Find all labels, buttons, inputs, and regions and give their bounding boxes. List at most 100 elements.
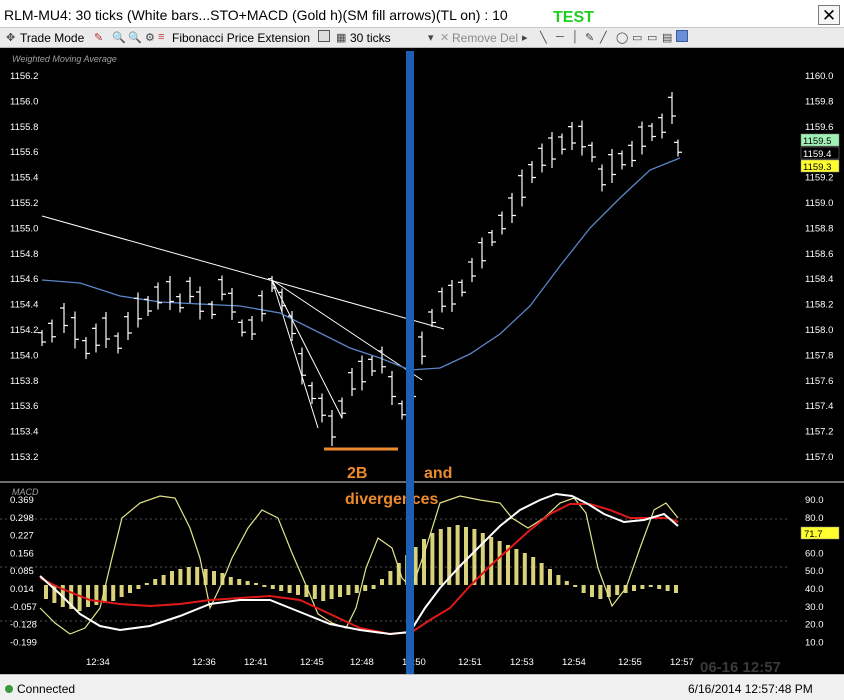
trade-mode-button[interactable]: Trade Mode — [20, 31, 84, 45]
macd-histogram — [44, 525, 678, 611]
annotation-divergences: divergences — [345, 491, 438, 508]
price-axis-label-right: 1157.6 — [805, 376, 833, 387]
horizontal-line-icon[interactable]: ─ — [556, 31, 564, 43]
vertical-line-icon[interactable]: │ — [572, 31, 579, 43]
price-axis-label-right: 1158.6 — [805, 249, 833, 260]
price-axis-label: 1155.0 — [10, 223, 38, 234]
title-bar: RLM-MU4: 30 ticks (White bars...STO+MACD… — [0, 0, 844, 28]
interval-icon: ▦ — [336, 32, 347, 44]
price-bars — [38, 92, 682, 446]
macd-axis-label: 0.227 — [10, 531, 34, 542]
histogram-bar — [363, 585, 368, 591]
histogram-bar — [590, 585, 594, 597]
vertical-time-marker — [406, 51, 414, 674]
histogram-bar — [514, 549, 519, 585]
price-axis-label-right: 1157.4 — [805, 401, 833, 412]
close-button[interactable]: ✕ — [818, 5, 840, 25]
window-title: RLM-MU4: 30 ticks (White bars...STO+MACD… — [4, 7, 508, 23]
connection-status-icon — [5, 685, 13, 693]
histogram-bar — [312, 585, 317, 599]
chart-toolbar: ✥ Trade Mode ✎ 🔍 🔍 ⚙ ≡ Fibonacci Price E… — [0, 28, 844, 48]
price-axis-label: 1154.4 — [10, 300, 38, 311]
channel-icon[interactable]: ╱ — [600, 31, 607, 44]
price-axis-label-right: 1160.0 — [805, 71, 833, 82]
fibonacci-tool-button[interactable]: Fibonacci Price Extension — [172, 31, 310, 45]
text-box-icon[interactable]: ▭ — [647, 31, 657, 44]
chart-canvas[interactable]: Weighted Moving Average 1156.2 1156.0 1155… — [0, 48, 844, 676]
rectangle-icon[interactable]: ▭ — [632, 31, 642, 44]
histogram-bar — [438, 529, 443, 585]
histogram-bar — [430, 533, 435, 585]
histogram-bar — [556, 575, 561, 585]
price-axis-label: 1156.2 — [10, 71, 38, 82]
remove-icon[interactable]: ✕ — [440, 31, 449, 44]
histogram-bar — [640, 585, 645, 589]
macd-line — [39, 492, 679, 636]
macd-axis-label: 0.298 — [10, 513, 34, 524]
time-axis-label: 12:48 — [350, 657, 374, 668]
chevron-down-icon[interactable]: ▾ — [428, 31, 434, 44]
close-icon: ✕ — [821, 6, 837, 25]
histogram-bar — [161, 575, 166, 585]
histogram-bar — [657, 585, 662, 589]
histogram-bar — [237, 579, 242, 585]
price-tag-value: 1159.3 — [803, 162, 831, 173]
price-axis-label: 1154.2 — [10, 325, 38, 336]
annotation-2b: 2B — [347, 465, 367, 482]
status-bar: Connected 6/16/2014 12:57:48 PM — [0, 674, 844, 700]
histogram-bar — [321, 585, 326, 601]
macd-axis-label: -0.199 — [10, 637, 37, 648]
histogram-bar — [472, 529, 477, 585]
pencil-icon[interactable]: ✎ — [585, 31, 594, 44]
macd-axis-label-right: 30.0 — [805, 602, 824, 613]
settings-icon[interactable]: ⚙ — [145, 31, 155, 44]
chart-area[interactable]: Weighted Moving Average 1156.2 1156.0 1155… — [0, 48, 844, 676]
zoom-icon[interactable]: 🔍 — [112, 31, 126, 44]
price-right-axis: 1160.0 1159.8 1159.6 1159.4 1159.2 1159.0 1158… — [805, 71, 833, 463]
histogram-bar — [388, 571, 393, 585]
arrow-icon[interactable]: ▸ — [522, 31, 528, 44]
drawing-tool-icon[interactable]: ✎ — [94, 31, 103, 44]
trend-line — [271, 279, 423, 381]
time-watermark: 06-16 12:57 — [700, 659, 781, 674]
macd-axis-label-right: 40.0 — [805, 584, 824, 595]
fibonacci-icon[interactable]: ≡ — [158, 31, 164, 43]
trend-lines — [41, 215, 445, 429]
price-axis-label-right: 1158.0 — [805, 325, 833, 336]
price-axis-label: 1154.8 — [10, 249, 38, 260]
price-axis-label-right: 1157.2 — [805, 427, 833, 438]
macd-axis-label: 0.369 — [10, 495, 34, 506]
price-axis-label: 1156.0 — [10, 96, 38, 107]
test-label: TEST — [553, 9, 594, 26]
time-axis-label: 12:55 — [618, 657, 642, 668]
price-axis-label: 1153.4 — [10, 427, 38, 438]
price-axis-label-right: 1158.4 — [805, 274, 833, 285]
line-icon[interactable]: ╲ — [540, 31, 547, 44]
histogram-bar — [497, 541, 502, 585]
price-axis-label: 1155.4 — [10, 173, 38, 184]
macd-axis-label: 0.156 — [10, 548, 34, 559]
price-tag-value: 1159.4 — [803, 149, 831, 160]
ellipse-icon[interactable]: ◯ — [616, 31, 628, 44]
histogram-bar — [136, 585, 141, 589]
properties-icon[interactable] — [676, 30, 688, 42]
histogram-bar — [296, 585, 300, 595]
histogram-bar — [564, 581, 569, 585]
interval-selector[interactable]: 30 ticks — [350, 31, 391, 45]
histogram-bar — [178, 569, 183, 585]
macd-left-axis: 0.369 0.298 0.227 0.156 0.085 0.014 -0.057 -0.1… — [10, 495, 37, 648]
histogram-bar — [262, 585, 267, 587]
histogram-bar — [111, 585, 116, 601]
price-axis-label: 1154.6 — [10, 274, 38, 285]
price-panel-title: Weighted Moving Average — [12, 54, 117, 64]
time-axis-label: 12:34 — [86, 657, 110, 668]
remove-drawing-button[interactable]: Remove Del — [452, 31, 518, 45]
crosshair-icon[interactable]: ✥ — [6, 31, 15, 44]
histogram-bar — [354, 585, 359, 593]
grid-icon[interactable]: ▤ — [662, 31, 672, 44]
histogram-bar — [329, 585, 334, 599]
macd-axis-label: -0.057 — [10, 602, 37, 613]
interval-dropdown-icon[interactable] — [318, 30, 330, 42]
histogram-bar — [86, 585, 90, 607]
zoom-out-icon[interactable]: 🔍 — [128, 31, 142, 44]
